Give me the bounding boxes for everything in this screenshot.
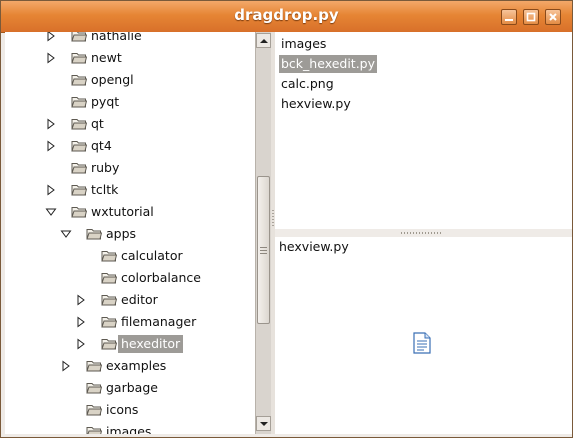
tree-item-label: colorbalance: [121, 270, 201, 285]
folder-icon: [101, 293, 118, 306]
tree-item-label: ruby: [91, 160, 120, 175]
tree-item[interactable]: opengl: [5, 69, 255, 91]
tree-item-label: icons: [106, 402, 139, 417]
file-list-item[interactable]: images: [279, 35, 328, 53]
scroll-up-button[interactable]: [256, 33, 271, 48]
tree-item-label: images: [106, 424, 152, 434]
file-list[interactable]: images bck_hexedit.py calc.png hexview.py: [275, 32, 572, 229]
tree-item[interactable]: pyqt: [5, 91, 255, 113]
folder-icon: [71, 51, 88, 64]
tree-item-label: hexeditor: [118, 335, 184, 353]
tree-item-label: examples: [106, 358, 167, 373]
folder-icon: [86, 381, 103, 394]
maximize-icon: [526, 12, 536, 22]
tree-item[interactable]: qt4: [5, 135, 255, 157]
app-window: dragdrop.py nathalie newt opengl pyqt qt qt4 r…: [0, 0, 573, 438]
file-list-item[interactable]: hexview.py: [279, 95, 353, 113]
tree-item[interactable]: colorbalance: [5, 267, 255, 289]
file-list-item[interactable]: calc.png: [279, 75, 336, 93]
tree-item[interactable]: calculator: [5, 245, 255, 267]
title-bar[interactable]: dragdrop.py: [1, 1, 572, 33]
close-button[interactable]: [545, 9, 561, 25]
scroll-down-button[interactable]: [256, 416, 271, 431]
tree-vertical-scrollbar[interactable]: [255, 32, 271, 434]
folder-icon: [71, 161, 88, 174]
file-list-item[interactable]: bck_hexedit.py: [279, 55, 378, 73]
tree-item-label: wxtutorial: [91, 204, 154, 219]
folder-icon: [71, 73, 88, 86]
folder-icon: [101, 271, 118, 284]
tree-collapsed-arrow-icon[interactable]: [75, 338, 87, 350]
arrow-up-icon: [259, 38, 268, 43]
text-document-icon: [413, 332, 431, 354]
tree-item[interactable]: tcltk: [5, 179, 255, 201]
tree-item-label: editor: [121, 292, 158, 307]
tree-item[interactable]: ruby: [5, 157, 255, 179]
tree-item-label: nathalie: [91, 32, 142, 43]
minimize-icon: [505, 19, 513, 21]
tree-item[interactable]: nathalie: [5, 32, 255, 47]
tree-item[interactable]: filemanager: [5, 311, 255, 333]
tree-item-label: garbage: [106, 380, 158, 395]
directory-tree[interactable]: nathalie newt opengl pyqt qt qt4 ruby tcltk wxtu…: [5, 32, 255, 434]
minimize-button[interactable]: [501, 9, 517, 25]
tree-collapsed-arrow-icon[interactable]: [45, 118, 57, 130]
tree-item-label: qt4: [91, 138, 112, 153]
tree-item-label: calculator: [121, 248, 183, 263]
folder-icon: [71, 32, 88, 42]
tree-item[interactable]: icons: [5, 399, 255, 421]
folder-icon: [101, 337, 118, 350]
folder-icon: [71, 117, 88, 130]
tree-item[interactable]: apps: [5, 223, 255, 245]
folder-icon: [86, 359, 103, 372]
folder-icon: [71, 139, 88, 152]
horizontal-pane-splitter[interactable]: [275, 229, 572, 237]
folder-icon: [101, 249, 118, 262]
tree-item-label: tcltk: [91, 182, 119, 197]
dropped-file-label: hexview.py: [279, 239, 349, 254]
folder-icon: [101, 315, 118, 328]
maximize-button[interactable]: [523, 9, 539, 25]
tree-collapsed-arrow-icon[interactable]: [75, 294, 87, 306]
tree-item[interactable]: garbage: [5, 377, 255, 399]
tree-collapsed-arrow-icon[interactable]: [45, 140, 57, 152]
tree-item-label: newt: [91, 50, 122, 65]
folder-icon: [86, 227, 103, 240]
folder-icon: [71, 183, 88, 196]
tree-item[interactable]: editor: [5, 289, 255, 311]
tree-item[interactable]: examples: [5, 355, 255, 377]
tree-collapsed-arrow-icon[interactable]: [45, 52, 57, 64]
tree-item-label: opengl: [91, 72, 134, 87]
window-title: dragdrop.py: [234, 6, 339, 24]
arrow-down-icon: [259, 421, 268, 426]
tree-collapsed-arrow-icon[interactable]: [45, 184, 57, 196]
tree-item-label: pyqt: [91, 94, 120, 109]
tree-item-label: apps: [106, 226, 137, 241]
tree-expanded-arrow-icon[interactable]: [45, 206, 57, 218]
scroll-thumb[interactable]: [257, 176, 270, 324]
tree-item-label: filemanager: [121, 314, 197, 329]
close-icon: [549, 13, 557, 21]
tree-item-label: qt: [91, 116, 104, 131]
tree-collapsed-arrow-icon[interactable]: [45, 32, 57, 42]
tree-item[interactable]: images: [5, 421, 255, 434]
drop-target-area[interactable]: hexview.py: [275, 237, 572, 434]
tree-item[interactable]: wxtutorial: [5, 201, 255, 223]
folder-icon: [86, 403, 103, 416]
tree-item[interactable]: hexeditor: [5, 333, 255, 355]
folder-icon: [71, 205, 88, 218]
tree-collapsed-arrow-icon[interactable]: [75, 316, 87, 328]
tree-item[interactable]: newt: [5, 47, 255, 69]
tree-item[interactable]: qt: [5, 113, 255, 135]
folder-icon: [71, 95, 88, 108]
tree-expanded-arrow-icon[interactable]: [60, 228, 72, 240]
tree-collapsed-arrow-icon[interactable]: [60, 360, 72, 372]
folder-icon: [86, 425, 103, 434]
